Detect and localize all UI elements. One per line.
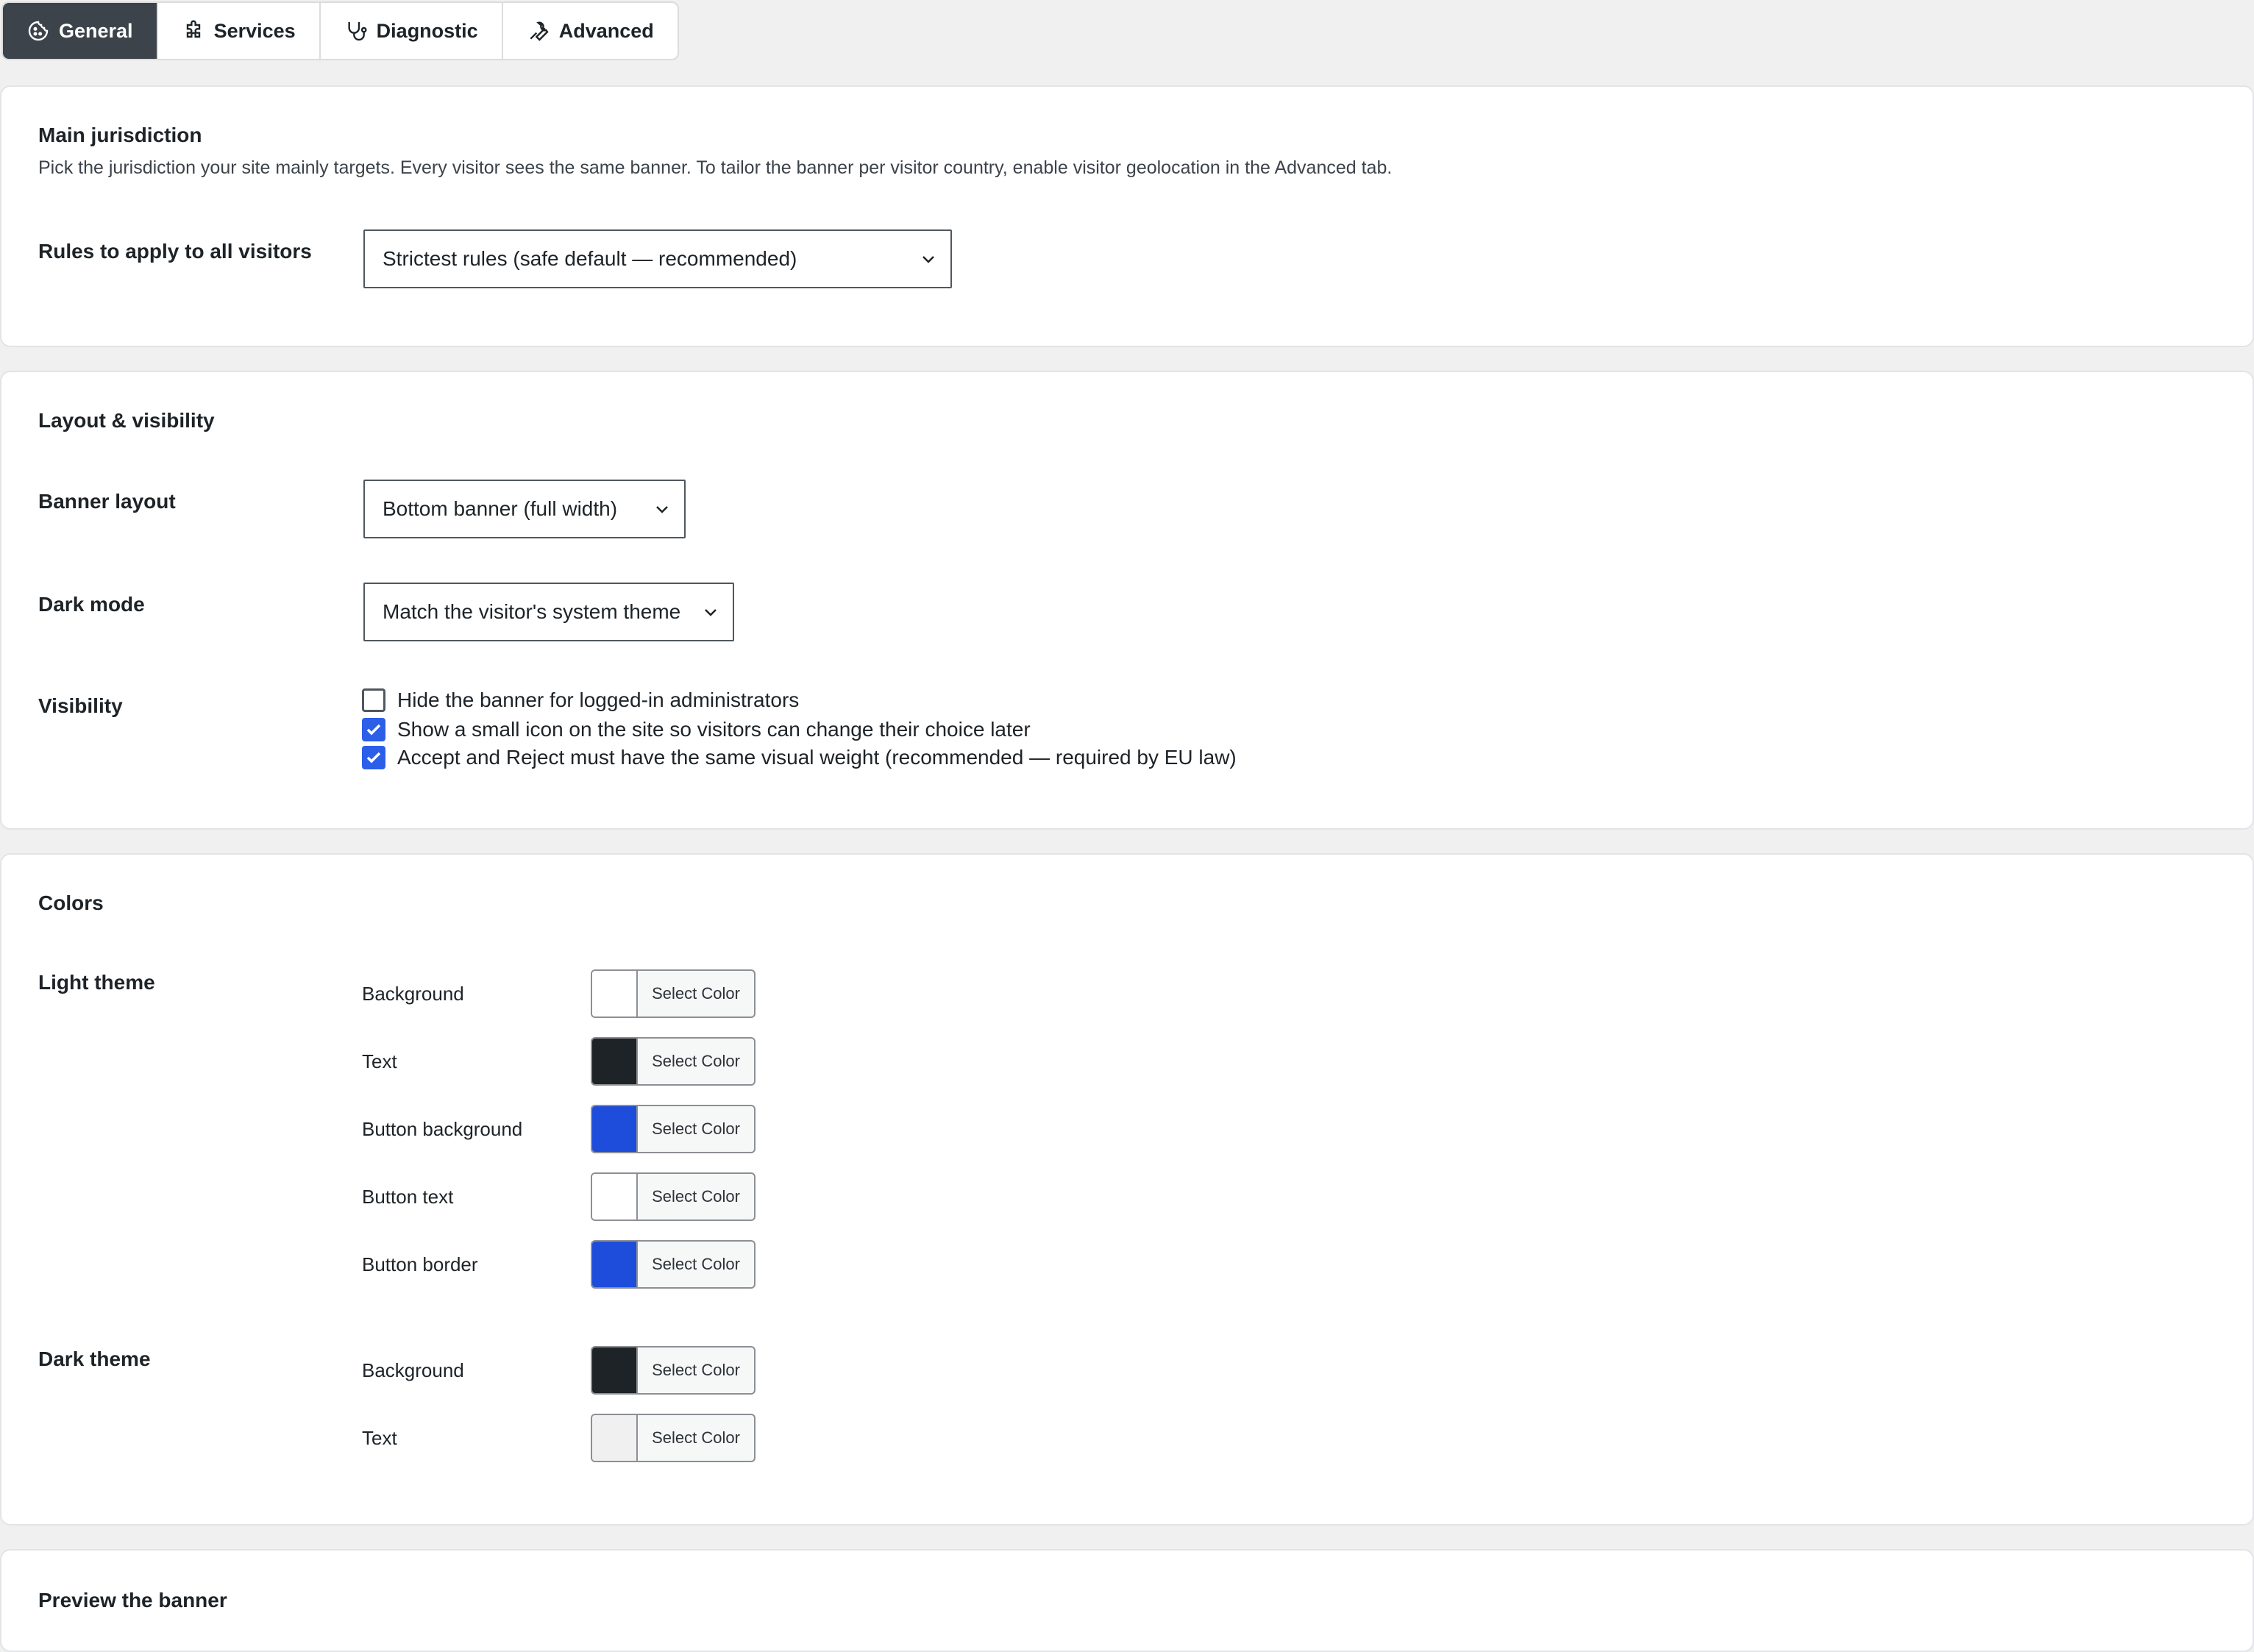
banner-layout-select[interactable]: Bottom banner (full width) bbox=[363, 480, 686, 538]
dark-mode-label: Dark mode bbox=[38, 593, 145, 616]
select-color-button[interactable]: Select Color bbox=[591, 1346, 756, 1395]
layout-card: Layout & visibility Banner layout Bottom… bbox=[0, 371, 2254, 830]
tab-services[interactable]: Services bbox=[158, 3, 321, 59]
checkbox[interactable] bbox=[362, 718, 385, 741]
chevron-down-icon bbox=[656, 506, 668, 513]
rules-select-value: Strictest rules (safe default — recommen… bbox=[383, 247, 797, 270]
tab-diagnostic[interactable]: Diagnostic bbox=[321, 3, 503, 59]
select-color-button[interactable]: Select Color bbox=[591, 1105, 756, 1153]
tab-diagnostic-label: Diagnostic bbox=[376, 19, 478, 42]
checkbox-label: Accept and Reject must have the same vis… bbox=[397, 746, 1237, 769]
cookie-icon bbox=[28, 21, 49, 41]
color-label: Background bbox=[362, 1359, 464, 1381]
preview-card: Preview the banner bbox=[0, 1549, 2254, 1652]
puzzle-icon bbox=[186, 20, 200, 38]
wrench-icon bbox=[530, 21, 549, 41]
checkbox-label: Hide the banner for logged-in administra… bbox=[397, 688, 800, 711]
color-label: Background bbox=[362, 983, 464, 1005]
color-label: Button background bbox=[362, 1118, 523, 1140]
visibility-label: Visibility bbox=[38, 694, 123, 717]
chevron-down-icon bbox=[922, 256, 934, 263]
select-color-button[interactable]: Select Color bbox=[591, 1240, 756, 1289]
banner-layout-label: Banner layout bbox=[38, 490, 176, 513]
select-color-button[interactable]: Select Color bbox=[591, 1414, 756, 1462]
color-label: Text bbox=[362, 1050, 397, 1072]
dark-theme-label: Dark theme bbox=[38, 1347, 151, 1370]
jurisdiction-title: Main jurisdiction bbox=[38, 124, 202, 146]
select-color-label: Select Color bbox=[652, 1119, 740, 1138]
tab-advanced-label: Advanced bbox=[558, 19, 654, 42]
color-swatch[interactable] bbox=[592, 971, 638, 1017]
check-icon bbox=[366, 752, 381, 763]
color-swatch[interactable] bbox=[592, 1415, 638, 1461]
select-color-button[interactable]: Select Color bbox=[591, 969, 756, 1018]
banner-layout-value: Bottom banner (full width) bbox=[383, 497, 618, 520]
select-color-label: Select Color bbox=[652, 1428, 740, 1447]
dark-mode-select[interactable]: Match the visitor's system theme bbox=[363, 583, 734, 641]
checkbox-show-icon[interactable]: Show a small icon on the site so visitor… bbox=[362, 718, 1031, 741]
color-swatch[interactable] bbox=[592, 1106, 638, 1152]
checkbox[interactable] bbox=[362, 746, 385, 769]
color-label: Button border bbox=[362, 1253, 478, 1275]
rules-label: Rules to apply to all visitors bbox=[38, 240, 312, 263]
select-color-button[interactable]: Select Color bbox=[591, 1172, 756, 1221]
light-theme-label: Light theme bbox=[38, 971, 155, 994]
jurisdiction-description: Pick the jurisdiction your site mainly t… bbox=[38, 157, 1393, 178]
stethoscope-icon bbox=[348, 22, 367, 41]
colors-card: Colors Light theme Dark theme Background… bbox=[0, 853, 2254, 1525]
settings-tabs: General Services Diagnostic Advanced bbox=[1, 1, 679, 60]
tab-general-label: General bbox=[59, 19, 133, 42]
checkbox[interactable] bbox=[362, 688, 385, 712]
checkbox-hide-admins[interactable]: Hide the banner for logged-in administra… bbox=[362, 688, 799, 712]
select-color-label: Select Color bbox=[652, 1052, 740, 1070]
color-swatch[interactable] bbox=[592, 1039, 638, 1084]
rules-select[interactable]: Strictest rules (safe default — recommen… bbox=[363, 229, 952, 288]
color-swatch[interactable] bbox=[592, 1347, 638, 1393]
checkbox-label: Show a small icon on the site so visitor… bbox=[397, 718, 1031, 741]
select-color-label: Select Color bbox=[652, 1187, 740, 1206]
jurisdiction-card: Main jurisdiction Pick the jurisdiction … bbox=[0, 85, 2254, 347]
preview-title: Preview the banner bbox=[38, 1589, 227, 1612]
tab-advanced[interactable]: Advanced bbox=[503, 3, 678, 59]
select-color-label: Select Color bbox=[652, 1361, 740, 1379]
color-label: Text bbox=[362, 1427, 397, 1449]
color-label: Button text bbox=[362, 1186, 454, 1208]
dark-mode-value: Match the visitor's system theme bbox=[383, 600, 681, 623]
layout-title: Layout & visibility bbox=[38, 409, 215, 432]
select-color-button[interactable]: Select Color bbox=[591, 1037, 756, 1086]
tab-services-label: Services bbox=[213, 19, 296, 42]
select-color-label: Select Color bbox=[652, 984, 740, 1003]
chevron-down-icon bbox=[705, 609, 717, 616]
select-color-label: Select Color bbox=[652, 1255, 740, 1273]
color-swatch[interactable] bbox=[592, 1174, 638, 1220]
tab-general[interactable]: General bbox=[3, 3, 158, 59]
check-icon bbox=[366, 724, 381, 736]
colors-title: Colors bbox=[38, 891, 104, 914]
color-swatch[interactable] bbox=[592, 1242, 638, 1287]
checkbox-equal-weight[interactable]: Accept and Reject must have the same vis… bbox=[362, 746, 1237, 769]
